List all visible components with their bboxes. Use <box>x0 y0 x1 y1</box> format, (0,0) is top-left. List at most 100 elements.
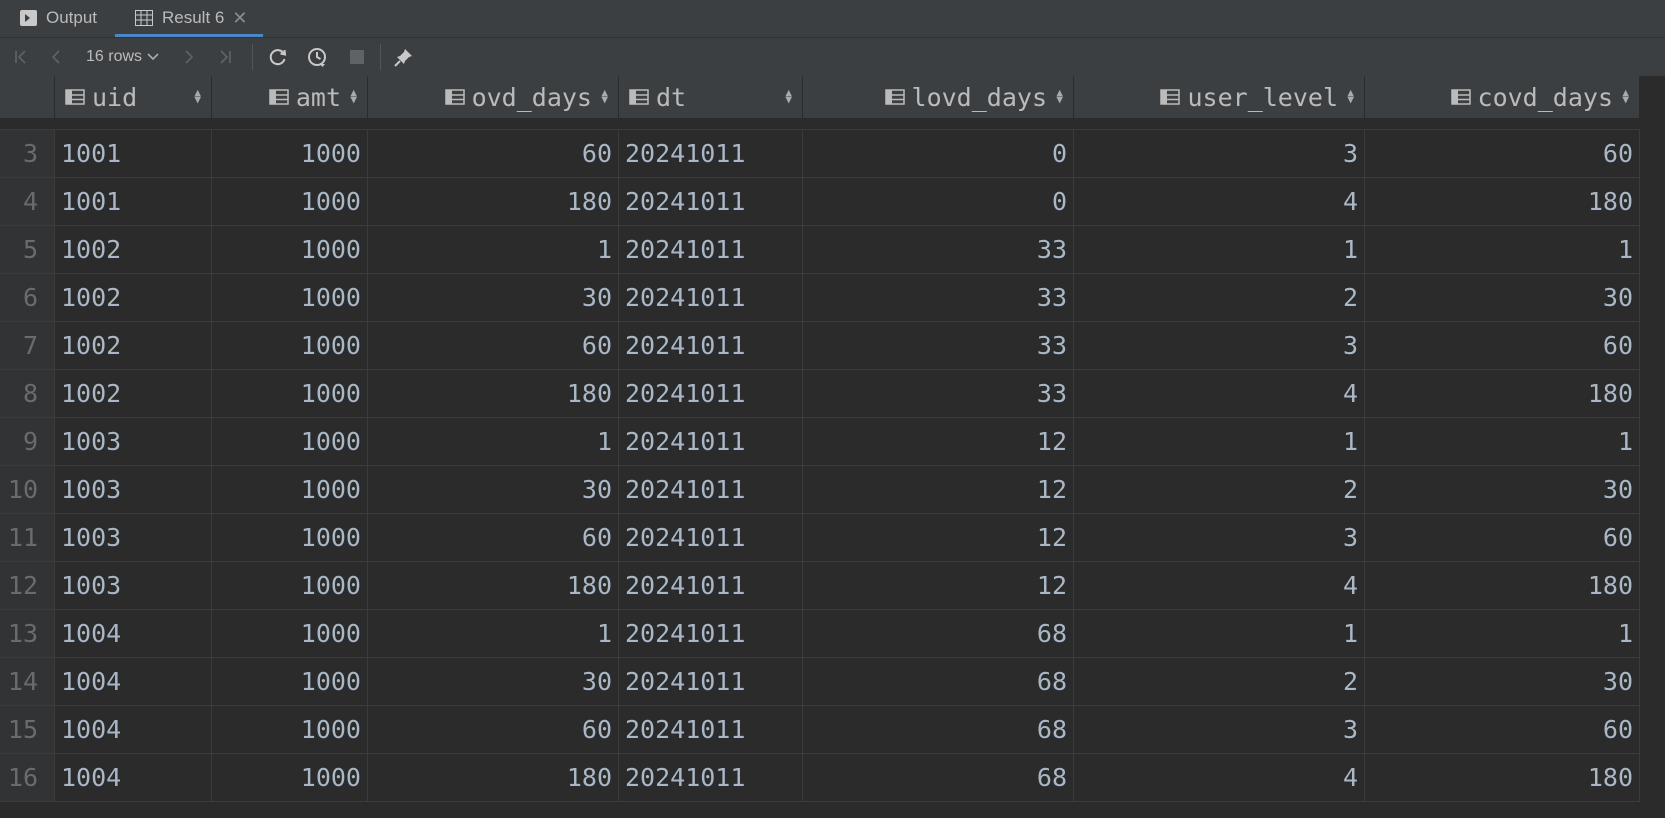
cell-lovd-days[interactable]: 12 <box>803 418 1074 465</box>
cell-dt[interactable]: 20241011 <box>619 466 803 513</box>
cell-lovd-days[interactable]: 12 <box>803 466 1074 513</box>
table-row[interactable]: 8 1002 1000 180 20241011 33 4 180 <box>0 370 1640 418</box>
sort-icon[interactable]: ▲ ▼ <box>350 87 357 105</box>
cell-lovd-days[interactable]: 68 <box>803 754 1074 801</box>
cell-uid[interactable]: 1002 <box>55 274 212 321</box>
next-page-icon[interactable] <box>178 45 200 69</box>
table-row[interactable]: 15 1004 1000 60 20241011 68 3 60 <box>0 706 1640 754</box>
cell-uid[interactable]: 1001 <box>55 178 212 225</box>
cell-dt[interactable]: 20241011 <box>619 178 803 225</box>
cell-covd-days[interactable]: 30 <box>1365 466 1640 513</box>
cell-lovd-days[interactable]: 0 <box>803 178 1074 225</box>
cell-ovd-days[interactable]: 30 <box>368 466 619 513</box>
cell-lovd-days[interactable]: 33 <box>803 370 1074 417</box>
cell-amt[interactable]: 1000 <box>212 514 368 561</box>
cell-covd-days[interactable]: 180 <box>1365 562 1640 609</box>
table-row[interactable]: 10 1003 1000 30 20241011 12 2 30 <box>0 466 1640 514</box>
sort-icon[interactable]: ▲ ▼ <box>1056 87 1063 105</box>
table-row[interactable]: 6 1002 1000 30 20241011 33 2 30 <box>0 274 1640 322</box>
cell-ovd-days[interactable]: 30 <box>368 274 619 321</box>
cell-uid[interactable]: 1004 <box>55 754 212 801</box>
column-header-covd-days[interactable]: covd_days ▲ ▼ <box>1365 76 1640 118</box>
cell-lovd-days[interactable]: 33 <box>803 274 1074 321</box>
column-header-lovd-days[interactable]: lovd_days ▲ ▼ <box>803 76 1074 118</box>
cell-amt[interactable]: 1000 <box>212 130 368 177</box>
column-header-uid[interactable]: uid ▲ ▼ <box>55 76 212 118</box>
vertical-scrollbar[interactable] <box>1640 76 1665 818</box>
sort-icon[interactable]: ▲ ▼ <box>194 87 201 105</box>
cell-dt[interactable]: 20241011 <box>619 514 803 561</box>
cell-covd-days[interactable]: 60 <box>1365 706 1640 753</box>
column-header-user-level[interactable]: user_level ▲ ▼ <box>1074 76 1365 118</box>
cell-ovd-days[interactable]: 60 <box>368 514 619 561</box>
cell-user-level[interactable]: 3 <box>1074 706 1365 753</box>
cell-uid[interactable]: 1002 <box>55 322 212 369</box>
cell-covd-days[interactable]: 60 <box>1365 130 1640 177</box>
cell-ovd-days[interactable]: 180 <box>368 370 619 417</box>
cell-uid[interactable]: 1003 <box>55 562 212 609</box>
sort-icon[interactable]: ▲ ▼ <box>601 87 608 105</box>
cell-lovd-days[interactable]: 33 <box>803 322 1074 369</box>
cell-ovd-days[interactable]: 1 <box>368 610 619 657</box>
cell-user-level[interactable]: 4 <box>1074 754 1365 801</box>
cell-uid[interactable]: 1004 <box>55 658 212 705</box>
cell-amt[interactable]: 1000 <box>212 658 368 705</box>
cell-amt[interactable]: 1000 <box>212 754 368 801</box>
cell-dt[interactable]: 20241011 <box>619 226 803 273</box>
cell-covd-days[interactable]: 1 <box>1365 418 1640 465</box>
cell-amt[interactable]: 1000 <box>212 466 368 513</box>
table-row[interactable]: 3 1001 1000 60 20241011 0 3 60 <box>0 130 1640 178</box>
cell-amt[interactable]: 1000 <box>212 418 368 465</box>
cell-lovd-days[interactable]: 33 <box>803 226 1074 273</box>
cell-lovd-days[interactable]: 12 <box>803 514 1074 561</box>
cell-uid[interactable]: 1002 <box>55 370 212 417</box>
cell-dt[interactable]: 20241011 <box>619 754 803 801</box>
cell-ovd-days[interactable]: 30 <box>368 658 619 705</box>
cell-ovd-days[interactable]: 1 <box>368 418 619 465</box>
cell-uid[interactable]: 1003 <box>55 466 212 513</box>
cell-user-level[interactable]: 1 <box>1074 418 1365 465</box>
cell-dt[interactable]: 20241011 <box>619 418 803 465</box>
cell-uid[interactable]: 1002 <box>55 226 212 273</box>
cell-lovd-days[interactable]: 68 <box>803 706 1074 753</box>
cell-covd-days[interactable]: 60 <box>1365 322 1640 369</box>
cell-uid[interactable]: 1003 <box>55 514 212 561</box>
cell-covd-days[interactable]: 30 <box>1365 658 1640 705</box>
cell-uid[interactable]: 1004 <box>55 610 212 657</box>
sort-icon[interactable]: ▲ ▼ <box>1347 87 1354 105</box>
cell-amt[interactable]: 1000 <box>212 370 368 417</box>
cell-user-level[interactable]: 4 <box>1074 178 1365 225</box>
cell-user-level[interactable]: 1 <box>1074 226 1365 273</box>
cell-lovd-days[interactable]: 68 <box>803 610 1074 657</box>
cell-amt[interactable]: 1000 <box>212 274 368 321</box>
cell-covd-days[interactable]: 60 <box>1365 514 1640 561</box>
table-row[interactable]: 14 1004 1000 30 20241011 68 2 30 <box>0 658 1640 706</box>
table-row[interactable]: 12 1003 1000 180 20241011 12 4 180 <box>0 562 1640 610</box>
tab-result-6[interactable]: Result 6 ✕ <box>115 0 263 37</box>
cell-uid[interactable]: 1004 <box>55 706 212 753</box>
cell-ovd-days[interactable]: 1 <box>368 226 619 273</box>
cell-ovd-days[interactable]: 60 <box>368 706 619 753</box>
cell-dt[interactable]: 20241011 <box>619 562 803 609</box>
refresh-icon[interactable] <box>266 45 290 69</box>
previous-page-icon[interactable] <box>45 45 67 69</box>
cell-amt[interactable]: 1000 <box>212 610 368 657</box>
cell-dt[interactable]: 20241011 <box>619 610 803 657</box>
cell-uid[interactable]: 1003 <box>55 418 212 465</box>
cell-user-level[interactable]: 2 <box>1074 658 1365 705</box>
cell-dt[interactable]: 20241011 <box>619 658 803 705</box>
tab-output[interactable]: Output <box>20 0 97 36</box>
cell-covd-days[interactable]: 180 <box>1365 178 1640 225</box>
table-row[interactable]: 5 1002 1000 1 20241011 33 1 1 <box>0 226 1640 274</box>
table-row[interactable]: 11 1003 1000 60 20241011 12 3 60 <box>0 514 1640 562</box>
cell-ovd-days[interactable]: 180 <box>368 754 619 801</box>
column-header-amt[interactable]: amt ▲ ▼ <box>212 76 368 118</box>
cell-ovd-days[interactable]: 180 <box>368 562 619 609</box>
cell-user-level[interactable]: 4 <box>1074 562 1365 609</box>
cell-user-level[interactable]: 3 <box>1074 322 1365 369</box>
cell-covd-days[interactable]: 1 <box>1365 610 1640 657</box>
cell-user-level[interactable]: 3 <box>1074 514 1365 561</box>
cell-dt[interactable]: 20241011 <box>619 706 803 753</box>
column-header-ovd-days[interactable]: ovd_days ▲ ▼ <box>368 76 619 118</box>
cell-user-level[interactable]: 1 <box>1074 610 1365 657</box>
